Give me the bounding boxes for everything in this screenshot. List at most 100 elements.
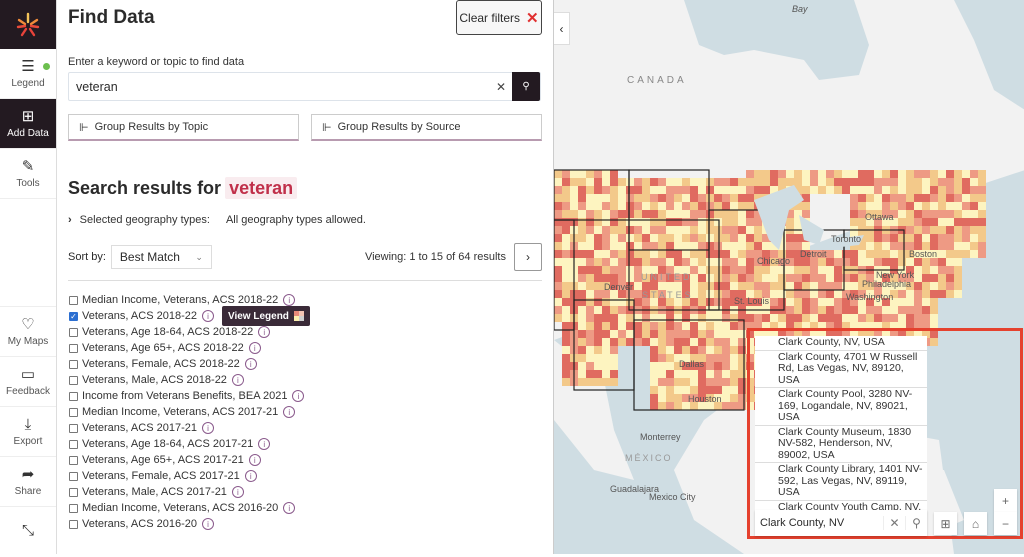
county-tile — [666, 202, 674, 210]
group-by-topic-button[interactable]: ⊩ Group Results by Topic — [68, 114, 299, 141]
info-icon[interactable]: i — [248, 342, 261, 354]
result-checkbox[interactable] — [69, 391, 78, 401]
result-item[interactable]: Veterans, Age 65+, ACS 2017-21 i — [69, 452, 310, 468]
info-icon[interactable]: i — [244, 470, 257, 482]
result-item[interactable]: Veterans, Male, ACS 2018-22 i — [69, 372, 310, 388]
county-tile — [738, 378, 746, 386]
info-icon[interactable]: i — [283, 502, 296, 514]
result-checkbox[interactable] — [69, 519, 78, 529]
result-item[interactable]: Veterans, Male, ACS 2017-21 i — [69, 484, 310, 500]
suggestion-item[interactable]: Clark County, NV, USA — [755, 336, 927, 351]
search-button[interactable]: ⚲ — [512, 72, 540, 101]
result-checkbox[interactable] — [69, 471, 78, 481]
rail-add-data[interactable]: ⊞ Add Data — [0, 99, 56, 149]
result-item[interactable]: Veterans, ACS 2016-20 i — [69, 516, 310, 532]
county-tile — [962, 186, 970, 194]
result-checkbox[interactable] — [69, 487, 78, 497]
clear-icon[interactable]: ✕ — [883, 516, 905, 530]
result-item[interactable]: Income from Veterans Benefits, BEA 2021 i — [69, 388, 310, 404]
result-item[interactable]: Median Income, Veterans, ACS 2017-21 i — [69, 404, 310, 420]
county-tile — [634, 218, 642, 226]
sort-select[interactable]: Best Match ⌄ — [110, 245, 212, 269]
rail-tools[interactable]: ✎ Tools — [0, 149, 56, 199]
county-tile — [930, 170, 938, 178]
rail-feedback[interactable]: ▭ Feedback — [0, 357, 56, 407]
county-tile — [850, 250, 858, 258]
info-icon[interactable]: i — [283, 294, 296, 306]
rail-collapse[interactable]: ⤡ — [0, 507, 56, 557]
county-tile — [666, 186, 674, 194]
result-checkbox[interactable] — [69, 503, 78, 513]
suggestion-item[interactable]: Clark County Museum, 1830 NV-582, Hender… — [755, 426, 927, 463]
result-item[interactable]: Veterans, Age 18-64, ACS 2017-21 i — [69, 436, 310, 452]
info-icon[interactable]: i — [258, 438, 271, 450]
county-tile — [658, 250, 666, 258]
suggestion-item[interactable]: Clark County, 4701 W Russell Rd, Las Veg… — [755, 351, 927, 388]
app-logo[interactable] — [0, 0, 56, 49]
search-icon[interactable]: ⚲ — [905, 516, 927, 530]
suggestion-item[interactable]: Clark County Library, 1401 NV-592, Las V… — [755, 463, 927, 501]
info-icon[interactable]: i — [248, 454, 261, 466]
collapse-panel-button[interactable]: ‹ — [554, 12, 570, 45]
result-checkbox[interactable] — [69, 343, 78, 353]
result-item[interactable]: Veterans, Female, ACS 2018-22 i — [69, 356, 310, 372]
county-tile — [642, 218, 650, 226]
county-tile — [714, 290, 722, 298]
geography-filter[interactable]: › Selected geography types: All geography … — [68, 214, 366, 226]
clear-filters-button[interactable]: Clear filters ✕ — [456, 0, 542, 35]
county-tile — [714, 250, 722, 258]
suggestion-item[interactable]: Clark County Pool, 3280 NV-169, Logandal… — [755, 388, 927, 426]
info-icon[interactable]: i — [231, 486, 244, 498]
search-input[interactable]: veteran — [69, 80, 490, 94]
basemap-gallery-button[interactable]: ⊞ — [934, 512, 957, 535]
info-icon[interactable]: i — [201, 310, 214, 322]
info-icon[interactable]: i — [292, 390, 305, 402]
result-checkbox[interactable] — [69, 439, 78, 449]
county-tile — [882, 186, 890, 194]
result-checkbox[interactable] — [69, 359, 78, 369]
chevron-left-icon: ‹ — [559, 21, 564, 36]
result-item[interactable]: Veterans, Age 65+, ACS 2018-22 i — [69, 340, 310, 356]
zoom-out-button[interactable]: − — [994, 512, 1017, 535]
group-by-source-button[interactable]: ⊩ Group Results by Source — [311, 114, 542, 141]
result-item[interactable]: ✓ Veterans, ACS 2018-22 i View Legend — [69, 306, 310, 326]
rail-share[interactable]: ➦ Share — [0, 457, 56, 507]
county-tile — [706, 242, 714, 250]
result-checkbox[interactable] — [69, 407, 78, 417]
result-item[interactable]: Veterans, Age 18-64, ACS 2018-22 i — [69, 324, 310, 340]
result-checkbox[interactable] — [69, 375, 78, 385]
county-tile — [722, 242, 730, 250]
view-legend-button[interactable]: View Legend — [221, 306, 310, 326]
county-tile — [714, 362, 722, 370]
info-icon[interactable]: i — [231, 374, 244, 386]
next-page-button[interactable]: › — [514, 243, 542, 271]
result-checkbox[interactable]: ✓ — [69, 311, 78, 321]
result-item[interactable]: Median Income, Veterans, ACS 2016-20 i — [69, 500, 310, 516]
clear-search-icon[interactable]: ✕ — [490, 80, 512, 94]
county-tile — [666, 250, 674, 258]
info-icon[interactable]: i — [258, 326, 271, 338]
result-checkbox[interactable] — [69, 295, 78, 305]
info-icon[interactable]: i — [283, 406, 296, 418]
county-tile — [946, 258, 954, 266]
home-button[interactable]: ⌂ — [964, 512, 987, 535]
result-label: Veterans, Male, ACS 2018-22 — [82, 374, 227, 386]
county-tile — [722, 258, 730, 266]
info-icon[interactable]: i — [201, 422, 214, 434]
result-item[interactable]: Veterans, Female, ACS 2017-21 i — [69, 468, 310, 484]
county-tile — [698, 242, 706, 250]
rail-legend[interactable]: ☰ Legend — [0, 49, 56, 99]
rail-export[interactable]: ⤓ Export — [0, 407, 56, 457]
map-view[interactable]: ‹ Bay CANADA Ottawa Toronto Chicago Detr… — [553, 0, 1024, 554]
result-checkbox[interactable] — [69, 455, 78, 465]
result-checkbox[interactable] — [69, 327, 78, 337]
info-icon[interactable]: i — [244, 358, 257, 370]
result-checkbox[interactable] — [69, 423, 78, 433]
county-tile — [578, 178, 586, 186]
county-tile — [794, 266, 802, 274]
zoom-in-button[interactable]: + — [994, 489, 1017, 512]
info-icon[interactable]: i — [201, 518, 214, 530]
result-item[interactable]: Veterans, ACS 2017-21 i — [69, 420, 310, 436]
rail-my-maps[interactable]: ♡ My Maps — [0, 307, 56, 357]
geosearch-input[interactable]: Clark County, NV — [755, 517, 883, 529]
